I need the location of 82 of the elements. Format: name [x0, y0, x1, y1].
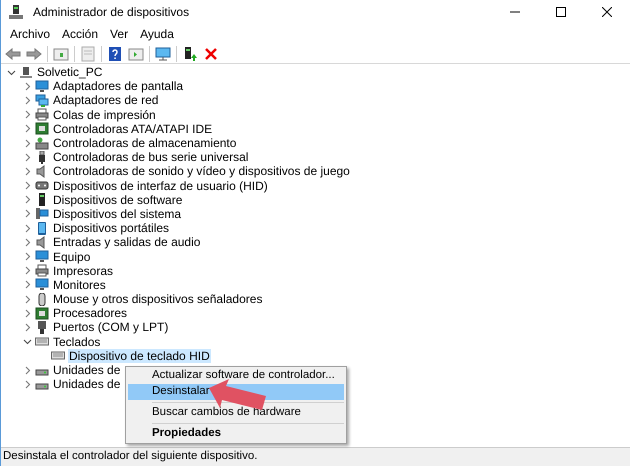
tree-item[interactable]: Puertos (COM y LPT) — [52, 320, 170, 334]
expand-chevron-icon[interactable] — [23, 308, 32, 318]
app-icon — [8, 4, 24, 20]
tree-item[interactable]: Dispositivo de teclado HID — [68, 348, 211, 363]
window-title: Administrador de dispositivos — [33, 4, 190, 21]
storage-icon — [35, 136, 49, 150]
tree-item[interactable]: Controladoras de sonido y vídeo y dispositivos de juego — [52, 164, 351, 178]
window-panel-icon[interactable] — [53, 46, 69, 62]
context-menu-item[interactable]: Propiedades — [128, 426, 344, 442]
printer-icon — [35, 108, 49, 122]
tree-item[interactable]: Unidades de — [52, 377, 122, 392]
expand-chevron-icon[interactable] — [23, 166, 32, 176]
computer-tower-icon — [19, 66, 33, 79]
gamepad-icon — [35, 179, 49, 192]
expand-chevron-icon[interactable] — [23, 266, 32, 276]
tree-item[interactable]: Solvetic_PC — [36, 65, 104, 80]
tree-item[interactable]: Dispositivos portátiles — [52, 221, 170, 236]
expand-chevron-icon[interactable] — [23, 209, 32, 218]
computer-icon — [35, 207, 49, 220]
chip-icon — [35, 122, 49, 136]
chip-icon — [35, 306, 49, 320]
tree-item[interactable]: Colas de impresión — [52, 108, 157, 122]
collapse-chevron-icon[interactable] — [7, 68, 16, 77]
printer-icon — [35, 264, 49, 278]
expand-chevron-icon[interactable] — [23, 380, 32, 389]
help-icon[interactable] — [107, 46, 123, 62]
run-panel-icon[interactable] — [128, 46, 144, 62]
close-icon — [602, 7, 612, 17]
keyboard-icon — [35, 335, 49, 348]
tree-item[interactable]: Monitores — [52, 278, 107, 292]
context-menu-item[interactable]: Buscar cambios de hardware — [128, 405, 344, 421]
expand-chevron-icon[interactable] — [23, 280, 32, 290]
tree-item[interactable]: Dispositivos de software — [52, 192, 184, 207]
menu-item[interactable]: Acción — [56, 25, 104, 43]
port-icon — [35, 320, 49, 334]
tree-item[interactable]: Mouse y otros dispositivos señaladores — [52, 292, 264, 306]
expand-chevron-icon[interactable] — [23, 110, 32, 120]
menu-item[interactable]: Ayuda — [134, 25, 180, 43]
expand-chevron-icon[interactable] — [23, 294, 32, 304]
tree-item[interactable]: Procesadores — [52, 306, 128, 320]
tablet-icon — [35, 222, 49, 235]
tree-item[interactable]: Dispositivos del sistema — [52, 206, 182, 221]
keyboard-icon — [51, 349, 65, 362]
maximize-icon — [556, 7, 566, 17]
tree-item[interactable]: Equipo — [52, 250, 92, 264]
status-bar: Desinstala el controlador del siguiente dispositivo. — [1, 448, 630, 466]
add-device-icon[interactable] — [182, 46, 198, 62]
collapse-chevron-icon[interactable] — [23, 337, 32, 346]
menu-item[interactable]: Ver — [104, 25, 134, 43]
expand-chevron-icon[interactable] — [23, 195, 32, 204]
tree-item[interactable]: Controladoras de almacenamiento — [52, 136, 238, 150]
properties-sheet-icon[interactable] — [80, 46, 96, 62]
expand-chevron-icon[interactable] — [23, 366, 32, 375]
expand-chevron-icon[interactable] — [23, 224, 32, 233]
monitor-scan-icon[interactable] — [155, 46, 171, 62]
back-arrow-icon[interactable] — [5, 46, 21, 62]
tree-item[interactable]: Adaptadores de pantalla — [52, 79, 184, 94]
tree-item[interactable]: Entradas y salidas de audio — [52, 235, 202, 250]
expand-chevron-icon[interactable] — [23, 322, 32, 332]
network-icon — [35, 94, 49, 107]
forward-arrow-icon[interactable] — [26, 46, 42, 62]
expand-chevron-icon[interactable] — [23, 152, 32, 162]
monitor-icon — [35, 250, 49, 264]
tree-item[interactable]: Impresoras — [52, 264, 114, 278]
tree-item[interactable]: Controladoras ATA/ATAPI IDE — [52, 122, 214, 136]
expand-chevron-icon[interactable] — [23, 238, 32, 247]
tree-item[interactable]: Adaptadores de red — [52, 93, 160, 108]
monitor-icon — [35, 80, 49, 93]
tree-item[interactable]: Dispositivos de interfaz de usuario (HID) — [52, 178, 269, 193]
menu-item[interactable]: Archivo — [4, 25, 56, 43]
monitor-icon — [35, 278, 49, 292]
tree-item[interactable]: Unidades de — [52, 363, 122, 378]
remove-x-icon[interactable] — [203, 46, 219, 62]
expand-chevron-icon[interactable] — [23, 124, 32, 134]
expand-chevron-icon[interactable] — [23, 252, 32, 262]
tree-item[interactable]: Controladoras de bus serie universal — [52, 150, 250, 164]
context-menu-item[interactable]: Actualizar software de controlador... — [128, 368, 344, 384]
expand-chevron-icon[interactable] — [23, 82, 32, 91]
expand-chevron-icon[interactable] — [23, 96, 32, 105]
expand-chevron-icon[interactable] — [23, 181, 32, 190]
expand-chevron-icon[interactable] — [23, 138, 32, 148]
tree-item[interactable]: Teclados — [52, 334, 102, 349]
